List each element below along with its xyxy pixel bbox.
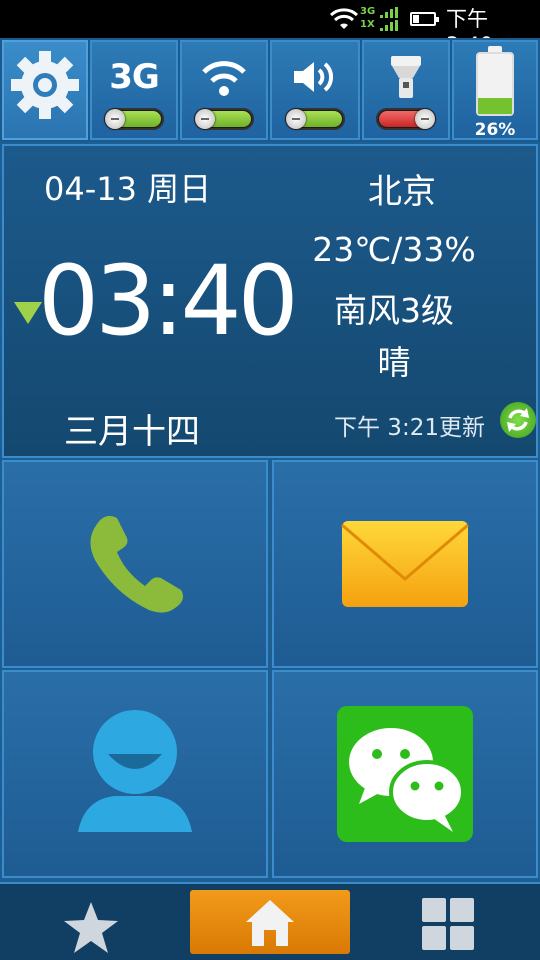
gear-icon: [11, 51, 79, 119]
contact-icon: [78, 710, 192, 832]
wechat-tile[interactable]: [272, 670, 538, 878]
battery-icon: [476, 46, 514, 116]
toggle-wifi[interactable]: [180, 40, 268, 140]
star-icon: [64, 902, 118, 953]
toggle-flashlight-switch[interactable]: [376, 108, 436, 130]
updated-time: 下午 3:21更新: [334, 415, 485, 441]
home-icon: [246, 900, 294, 946]
messages-tile[interactable]: [272, 460, 538, 668]
phone-icon: [90, 516, 183, 613]
quick-toggles: 3G 26%: [0, 38, 540, 142]
phone-tile[interactable]: [2, 460, 268, 668]
clock-weather-widget[interactable]: 04-13 周日 北京 03:40 23℃/33% 南风3级 晴 三月十四 下午…: [2, 144, 538, 458]
toggle-sound-switch[interactable]: [285, 108, 345, 130]
app-drawer-button[interactable]: [420, 896, 476, 952]
toggle-3g-label: 3G: [109, 57, 160, 97]
clock-time: 03:40: [38, 245, 299, 357]
toggle-3g-switch[interactable]: [104, 108, 164, 130]
network-3g-label: 3G: [360, 6, 376, 17]
refresh-button[interactable]: [500, 402, 536, 438]
favorites-button[interactable]: [60, 900, 122, 956]
toggle-flashlight[interactable]: [362, 40, 450, 140]
wifi-icon: [202, 61, 246, 96]
envelope-icon: [341, 521, 469, 607]
toggle-3g[interactable]: 3G: [90, 40, 178, 140]
wind-label: 南风3级: [334, 291, 454, 330]
lunar-date: 三月十四: [64, 412, 200, 452]
date-label: 04-13 周日: [44, 170, 212, 208]
wifi-icon: [330, 8, 358, 29]
status-bar: 3G 1X 下午 3:40: [0, 0, 540, 57]
battery-status[interactable]: 26%: [452, 40, 538, 140]
grid-icon: [422, 898, 474, 950]
weather-condition: 晴: [377, 343, 411, 382]
city-label: 北京: [368, 172, 436, 212]
speaker-icon: [294, 62, 333, 92]
temperature-humidity: 23℃/33%: [312, 230, 476, 269]
toggle-sound[interactable]: [270, 40, 360, 140]
settings-button[interactable]: [2, 40, 88, 140]
home-button[interactable]: [190, 890, 350, 954]
bottom-navigation: [0, 882, 540, 960]
refresh-icon: [507, 408, 529, 432]
contacts-tile[interactable]: [2, 670, 268, 878]
wechat-icon: [337, 706, 473, 842]
battery-percent: 26%: [474, 120, 516, 140]
flashlight-icon: [391, 56, 421, 98]
network-1x-label: 1X: [360, 19, 375, 30]
battery-icon: [410, 12, 439, 26]
signal-icon: 3G 1X: [360, 5, 400, 33]
toggle-wifi-switch[interactable]: [194, 108, 254, 130]
